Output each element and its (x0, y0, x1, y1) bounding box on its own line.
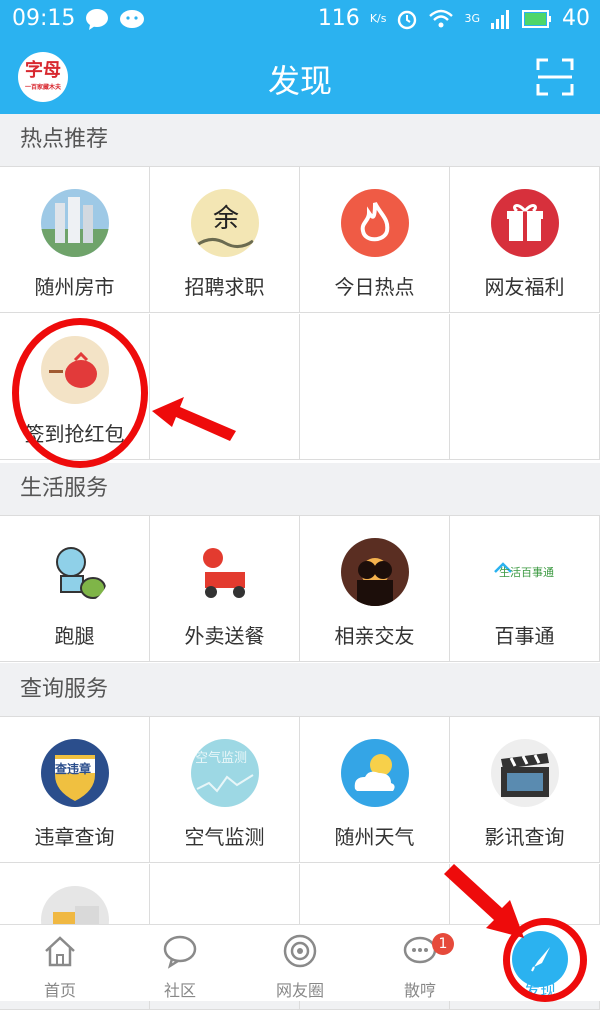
app-bar: 字母 一百家藏木夫 发现 (0, 40, 600, 114)
nav-tab-label: 散哼 (403, 981, 436, 1000)
grid-item-label: 跑腿 (54, 624, 95, 648)
grid-item-label: 随州天气 (334, 825, 415, 849)
section-header-query: 查询服务 (0, 664, 600, 716)
grid-item-empty (450, 314, 600, 460)
nav-tab-home[interactable]: 首页 (0, 925, 120, 1001)
battery-level: 40 (562, 6, 590, 31)
arrow-icon (152, 397, 236, 441)
grid-item-delivery[interactable]: 外卖送餐 (150, 516, 300, 662)
grid-item-violation[interactable]: 查违章 违章查询 (0, 717, 150, 863)
chat-notification-icon (86, 8, 109, 30)
weather-icon (341, 739, 409, 807)
highlight-circle-discover (503, 918, 587, 1002)
grid-item-hot-news[interactable]: 今日热点 (300, 167, 450, 313)
icon-text: 生活百事通 (499, 566, 554, 579)
icon-text: 查违章 (55, 762, 92, 776)
grid-item-label: 今日热点 (334, 275, 415, 299)
grid-item-label: 外卖送餐 (184, 624, 265, 648)
nav-tab-friends[interactable]: 网友圈 (240, 925, 360, 1001)
delivery-scooter-icon (191, 538, 259, 606)
grid-item-movies[interactable]: 影讯查询 (450, 717, 600, 863)
grid-item-housing[interactable]: 随州房市 (0, 167, 150, 313)
grid-item-weather[interactable]: 随州天气 (300, 717, 450, 863)
buildings-icon (41, 189, 109, 257)
chat-bubble-icon (163, 935, 197, 969)
grid-item-label: 百事通 (494, 624, 555, 648)
grid-item-label: 随州房市 (34, 275, 115, 299)
grid-item-label: 相亲交友 (334, 624, 415, 648)
air-monitor-icon: 空气监测 (191, 739, 259, 807)
grid-item-benefits[interactable]: 网友福利 (450, 167, 600, 313)
nav-tab-label: 首页 (43, 981, 76, 1000)
wechat-icon (120, 9, 145, 28)
grid-item-label: 违章查询 (34, 825, 115, 849)
network-speed-unit: K/s (369, 12, 387, 25)
icon-text: 空气监测 (195, 751, 248, 766)
grid-item-empty (300, 314, 450, 460)
network-type: 3G (464, 12, 480, 25)
section-header-life: 生活服务 (0, 463, 600, 515)
nav-tab-label: 社区 (163, 981, 196, 1000)
grid-item-label: 空气监测 (184, 825, 265, 849)
grid-item-dating[interactable]: 相亲交友 (300, 516, 450, 662)
network-speed: 116 (317, 6, 360, 31)
battery-icon (522, 9, 551, 28)
signal-icon (491, 9, 509, 29)
alarm-icon (398, 10, 417, 29)
grid-item-jobs[interactable]: 余 招聘求职 (150, 167, 300, 313)
svg-text:余: 余 (213, 204, 239, 234)
wifi-icon (429, 9, 454, 27)
grid-item-baishitong[interactable]: 生活百事通 百事通 (450, 516, 600, 662)
scan-icon[interactable] (536, 58, 574, 96)
clapperboard-icon (491, 739, 559, 807)
highlight-circle-red-envelope (12, 318, 148, 468)
grid-item-label: 影讯查询 (484, 825, 565, 849)
status-time: 09:15 (12, 6, 76, 31)
grid-item-label: 招聘求职 (184, 275, 265, 299)
grid-item-air[interactable]: 空气监测 空气监测 (150, 717, 300, 863)
nav-tab-label: 网友圈 (275, 981, 324, 1000)
house-logo-icon: 生活百事通 (491, 538, 559, 606)
status-bar: 09:15 116 K/s 3G 40 (0, 0, 600, 40)
flame-icon (341, 189, 409, 257)
section-header-hot: 热点推荐 (0, 114, 600, 166)
runner-icon (41, 538, 109, 606)
calligraphy-icon: 余 (191, 189, 259, 257)
gift-icon (491, 189, 559, 257)
page-title: 发现 (267, 62, 332, 100)
couple-icon (341, 538, 409, 606)
grid-item-label: 网友福利 (484, 275, 565, 299)
circle-icon (283, 934, 317, 968)
home-icon (45, 936, 75, 967)
nav-tab-community[interactable]: 社区 (120, 925, 240, 1001)
shield-icon: 查违章 (41, 739, 109, 807)
life-grid: 跑腿 外卖送餐 相亲交友 生活百事通 百事通 (0, 515, 600, 663)
grid-item-errand[interactable]: 跑腿 (0, 516, 150, 662)
